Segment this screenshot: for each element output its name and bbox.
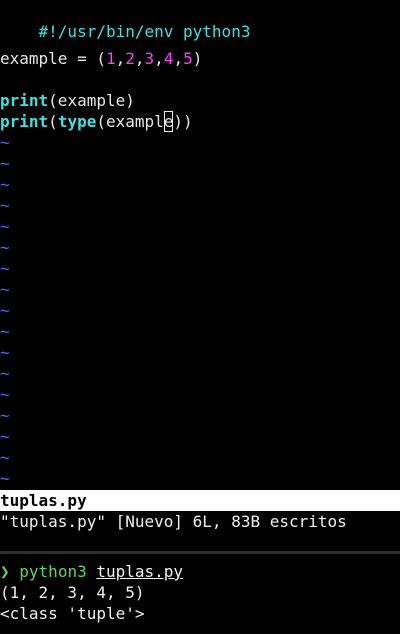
tilde-marker: ~	[0, 175, 10, 194]
tilde-marker: ~	[0, 154, 10, 173]
tuple-number: 2	[125, 49, 135, 68]
shell-argument-file[interactable]: tuplas.py	[96, 562, 183, 581]
close-parens: ))	[173, 112, 193, 131]
vim-message-line: "tuplas.py" [Nuevo] 6L, 83B escritos	[0, 512, 347, 531]
call-argument: (exampl	[96, 112, 164, 131]
pane-divider[interactable]	[0, 551, 400, 554]
tilde-marker: ~	[0, 133, 10, 152]
variable-name: example	[0, 49, 68, 68]
tuple-separator: ,	[134, 49, 145, 68]
tuple-number: 4	[163, 49, 174, 68]
tilde-marker: ~	[0, 280, 10, 299]
tilde-marker: ~	[0, 364, 10, 383]
print-keyword: print	[0, 112, 49, 131]
tuple-number: 5	[183, 49, 193, 68]
tuple-separator: ,	[154, 49, 164, 68]
tuple-number: 1	[105, 49, 116, 68]
tilde-marker: ~	[0, 322, 10, 341]
tilde-marker: ~	[0, 259, 10, 278]
tilde-marker: ~	[0, 385, 10, 404]
tilde-marker: ~	[0, 343, 10, 362]
code-line-6: print(type(example))	[0, 111, 193, 132]
tilde-marker: ~	[0, 196, 10, 215]
tuple-close-paren: )	[192, 49, 203, 68]
vim-status-bar: tuplas.py	[0, 490, 400, 511]
shebang-comment: #!/usr/bin/env python3	[38, 22, 251, 41]
shell-command: python3	[19, 562, 87, 581]
tilde-marker: ~	[0, 217, 10, 236]
shell-prompt-line: ❯ python3 tuplas.py	[0, 561, 183, 582]
code-line-1: #!/usr/bin/env python3	[0, 0, 251, 41]
tuple-number: 3	[144, 49, 155, 68]
tilde-marker: ~	[0, 238, 10, 257]
code-line-5: print(example)	[0, 90, 135, 111]
tilde-marker: ~	[0, 469, 10, 488]
output-line: <class 'tuple'>	[0, 604, 145, 623]
tilde-marker: ~	[0, 406, 10, 425]
assign-operator: = (	[67, 49, 106, 68]
text-cursor: e	[163, 111, 174, 132]
tuple-separator: ,	[173, 49, 184, 68]
open-paren: (	[48, 112, 58, 131]
tilde-marker: ~	[0, 427, 10, 446]
output-line: (1, 2, 3, 4, 5)	[0, 583, 145, 602]
tilde-marker: ~	[0, 448, 10, 467]
tuple-separator: ,	[115, 49, 126, 68]
type-keyword: type	[57, 112, 97, 131]
code-line-3: example = (1,2,3,4,5)	[0, 48, 202, 69]
vim-editor[interactable]: #!/usr/bin/env python3 example = (1,2,3,…	[0, 0, 400, 490]
print-keyword: print	[0, 91, 49, 110]
tilde-marker: ~	[0, 301, 10, 320]
prompt-arrow-icon: ❯	[0, 562, 10, 581]
call-argument: (example)	[48, 91, 135, 110]
status-filename: tuplas.py	[0, 491, 87, 510]
